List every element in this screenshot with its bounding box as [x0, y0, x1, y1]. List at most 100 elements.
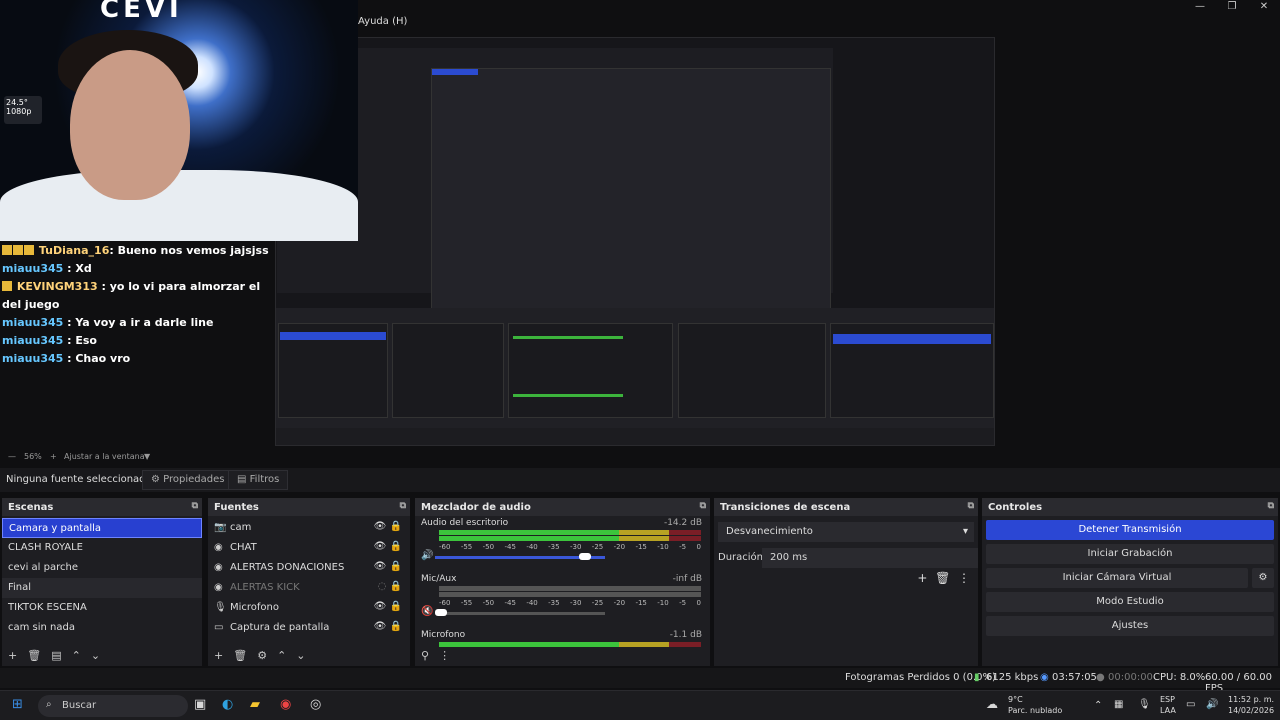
zoom-out-icon[interactable]: — — [8, 452, 16, 461]
monitor-icon: ▭ — [214, 622, 224, 633]
stream-time: 03:57:05 — [1052, 672, 1097, 683]
scene-item[interactable]: cevi al parche — [2, 558, 202, 578]
gear-icon[interactable]: ⚙ — [1252, 568, 1274, 588]
preview-canvas[interactable] — [275, 37, 995, 446]
studio-mode-button[interactable]: Modo Estudio — [986, 592, 1274, 612]
scene-item[interactable]: Camara y pantalla — [2, 518, 202, 538]
record-time: 00:00:00 — [1108, 672, 1153, 683]
properties-button[interactable]: ⚙ Propiedades — [142, 470, 234, 490]
close-icon[interactable]: ✕ — [1248, 0, 1280, 14]
taskbar-search[interactable]: ⌕ Buscar — [38, 695, 188, 717]
undock-icon[interactable]: ⧉ — [192, 501, 198, 511]
chat-message: miauu345 : Xd — [2, 262, 92, 275]
source-item[interactable]: 📷 cam 👁 🔒 — [208, 518, 410, 538]
virtual-camera-button[interactable]: Iniciar Cámara Virtual — [986, 568, 1248, 588]
stop-stream-button[interactable]: Detener Transmisión — [986, 520, 1274, 540]
trash-icon[interactable]: 🗑 — [27, 649, 41, 662]
eye-hidden-lock-icon[interactable]: ◌ 🔒 — [378, 581, 402, 592]
down-arrow-icon[interactable]: ⌄ — [296, 649, 305, 662]
lang-variant[interactable]: LAA — [1160, 706, 1176, 715]
gear-icon[interactable]: ⚙ — [257, 649, 267, 662]
transition-select[interactable]: Desvanecimiento ▾ — [718, 522, 974, 542]
microphone-icon[interactable]: 🎙 — [1138, 699, 1151, 710]
meter-ticks: -60 -55 -50 -45 -40 -35 -30 -25 -20 -15 -10 -5 0 — [439, 543, 701, 551]
monitor-icon[interactable]: ▭ — [1186, 699, 1195, 710]
add-icon[interactable]: + — [917, 571, 927, 585]
bitrate-icon: ▮ — [974, 672, 980, 683]
undock-icon[interactable]: ⧉ — [400, 501, 406, 511]
zoom-dropdown-icon[interactable]: ▼ — [144, 452, 150, 461]
more-icon[interactable]: ⋮ — [958, 571, 970, 585]
menu-help[interactable]: Ayuda (H) — [358, 16, 407, 27]
undock-icon[interactable]: ⧉ — [1268, 501, 1274, 511]
filters-button[interactable]: ▤ Filtros — [228, 470, 289, 490]
source-item[interactable]: ◉ ALERTAS KICK ◌ 🔒 — [208, 578, 410, 598]
zoom-in-icon[interactable]: + — [50, 452, 57, 461]
chat-message: KEVINGM313 : yo lo vi para almorzar el d… — [2, 280, 261, 311]
edge-icon[interactable]: ◐ — [222, 697, 233, 712]
source-item[interactable]: 🎙 Microfono 👁 🔒 — [208, 598, 410, 618]
clock-date[interactable]: 14/02/2026 — [1228, 706, 1274, 715]
settings-button[interactable]: Ajustes — [986, 616, 1274, 636]
chat-message: miauu345 : Chao vro — [2, 352, 131, 365]
scene-item[interactable]: cam sin nada — [2, 618, 202, 638]
volume-knob[interactable] — [435, 609, 447, 616]
undock-icon[interactable]: ⧉ — [968, 501, 974, 511]
browser-icon: ◉ — [214, 582, 223, 593]
more-icon[interactable]: ⋮ — [439, 649, 450, 662]
chevron-up-icon[interactable]: ⌃ — [1094, 700, 1102, 711]
obs-icon[interactable]: ◎ — [310, 697, 321, 712]
down-arrow-icon[interactable]: ⌄ — [91, 649, 100, 662]
eye-lock-icon[interactable]: 👁 🔒 — [374, 561, 402, 572]
source-item[interactable]: ▭ Captura de pantalla 👁 🔒 — [208, 618, 410, 638]
clock-time[interactable]: 11:52 p. m. — [1228, 695, 1274, 704]
network-icon[interactable]: ▦ — [1114, 699, 1123, 710]
eye-lock-icon[interactable]: 👁 🔒 — [374, 541, 402, 552]
minimize-icon[interactable]: — — [1184, 0, 1216, 14]
maximize-icon[interactable]: ❐ — [1216, 0, 1248, 14]
scene-item[interactable]: CLASH ROYALE — [2, 538, 202, 558]
eye-lock-icon[interactable]: 👁 🔒 — [374, 601, 402, 612]
source-item[interactable]: ◉ CHAT 👁 🔒 — [208, 538, 410, 558]
add-icon[interactable]: + — [214, 649, 223, 662]
weather-desc: Parc. nublado — [1008, 706, 1063, 715]
zoom-value: 56% — [24, 452, 42, 461]
folder-icon[interactable]: ▰ — [250, 697, 260, 712]
controls-title: Controles — [988, 502, 1043, 513]
fps-overlay: 24.5° 1080p — [4, 96, 42, 124]
zoom-fit[interactable]: Ajustar a la ventana — [64, 452, 145, 461]
task-view-icon[interactable]: ▣ — [194, 697, 206, 712]
trash-icon[interactable]: 🗑 — [935, 571, 950, 585]
chat-message: miauu345 : Eso — [2, 334, 97, 347]
eye-lock-icon[interactable]: 👁 🔒 — [374, 521, 402, 532]
lang-code[interactable]: ESP — [1160, 695, 1175, 704]
duration-input[interactable]: 200 ms — [762, 548, 978, 568]
sources-dock: Fuentes ⧉ 📷 cam 👁 🔒 ◉ CHAT 👁 🔒 ◉ ALERTAS DONAC… — [208, 498, 410, 666]
add-icon[interactable]: + — [8, 649, 17, 662]
trash-icon[interactable]: 🗑 — [233, 649, 247, 662]
up-arrow-icon[interactable]: ⌃ — [72, 649, 81, 662]
mixer-title: Mezclador de audio — [421, 502, 531, 513]
link-icon[interactable]: ⚲ — [421, 649, 429, 662]
scene-item[interactable]: Final — [2, 578, 202, 598]
volume-knob[interactable] — [579, 553, 591, 560]
speaker-icon[interactable]: 🔊 — [421, 550, 433, 561]
windows-start-icon[interactable]: ⊞ — [12, 697, 23, 712]
filter-icon[interactable]: ▤ — [51, 649, 61, 662]
up-arrow-icon[interactable]: ⌃ — [277, 649, 286, 662]
microphone-icon: 🎙 — [214, 602, 227, 613]
filter-icon: ▤ — [237, 474, 250, 485]
streamer-face — [70, 50, 190, 200]
volume-slider[interactable] — [435, 612, 605, 615]
muted-speaker-icon[interactable]: 🔇 — [421, 606, 433, 617]
source-toolbar: Ninguna fuente seleccionad ⚙ Propiedades… — [0, 468, 1280, 492]
cpu-usage: CPU: 8.0% — [1153, 672, 1206, 683]
source-item[interactable]: ◉ ALERTAS DONACIONES 👁 🔒 — [208, 558, 410, 578]
start-record-button[interactable]: Iniciar Grabación — [986, 544, 1274, 564]
eye-lock-icon[interactable]: 👁 🔒 — [374, 621, 402, 632]
chrome-icon[interactable]: ◉ — [280, 697, 291, 712]
chat-message: miauu345 : Ya voy a ir a darle line — [2, 316, 214, 329]
scene-item[interactable]: TIKTOK ESCENA — [2, 598, 202, 618]
speaker-icon[interactable]: 🔊 — [1206, 699, 1218, 710]
undock-icon[interactable]: ⧉ — [700, 501, 706, 511]
